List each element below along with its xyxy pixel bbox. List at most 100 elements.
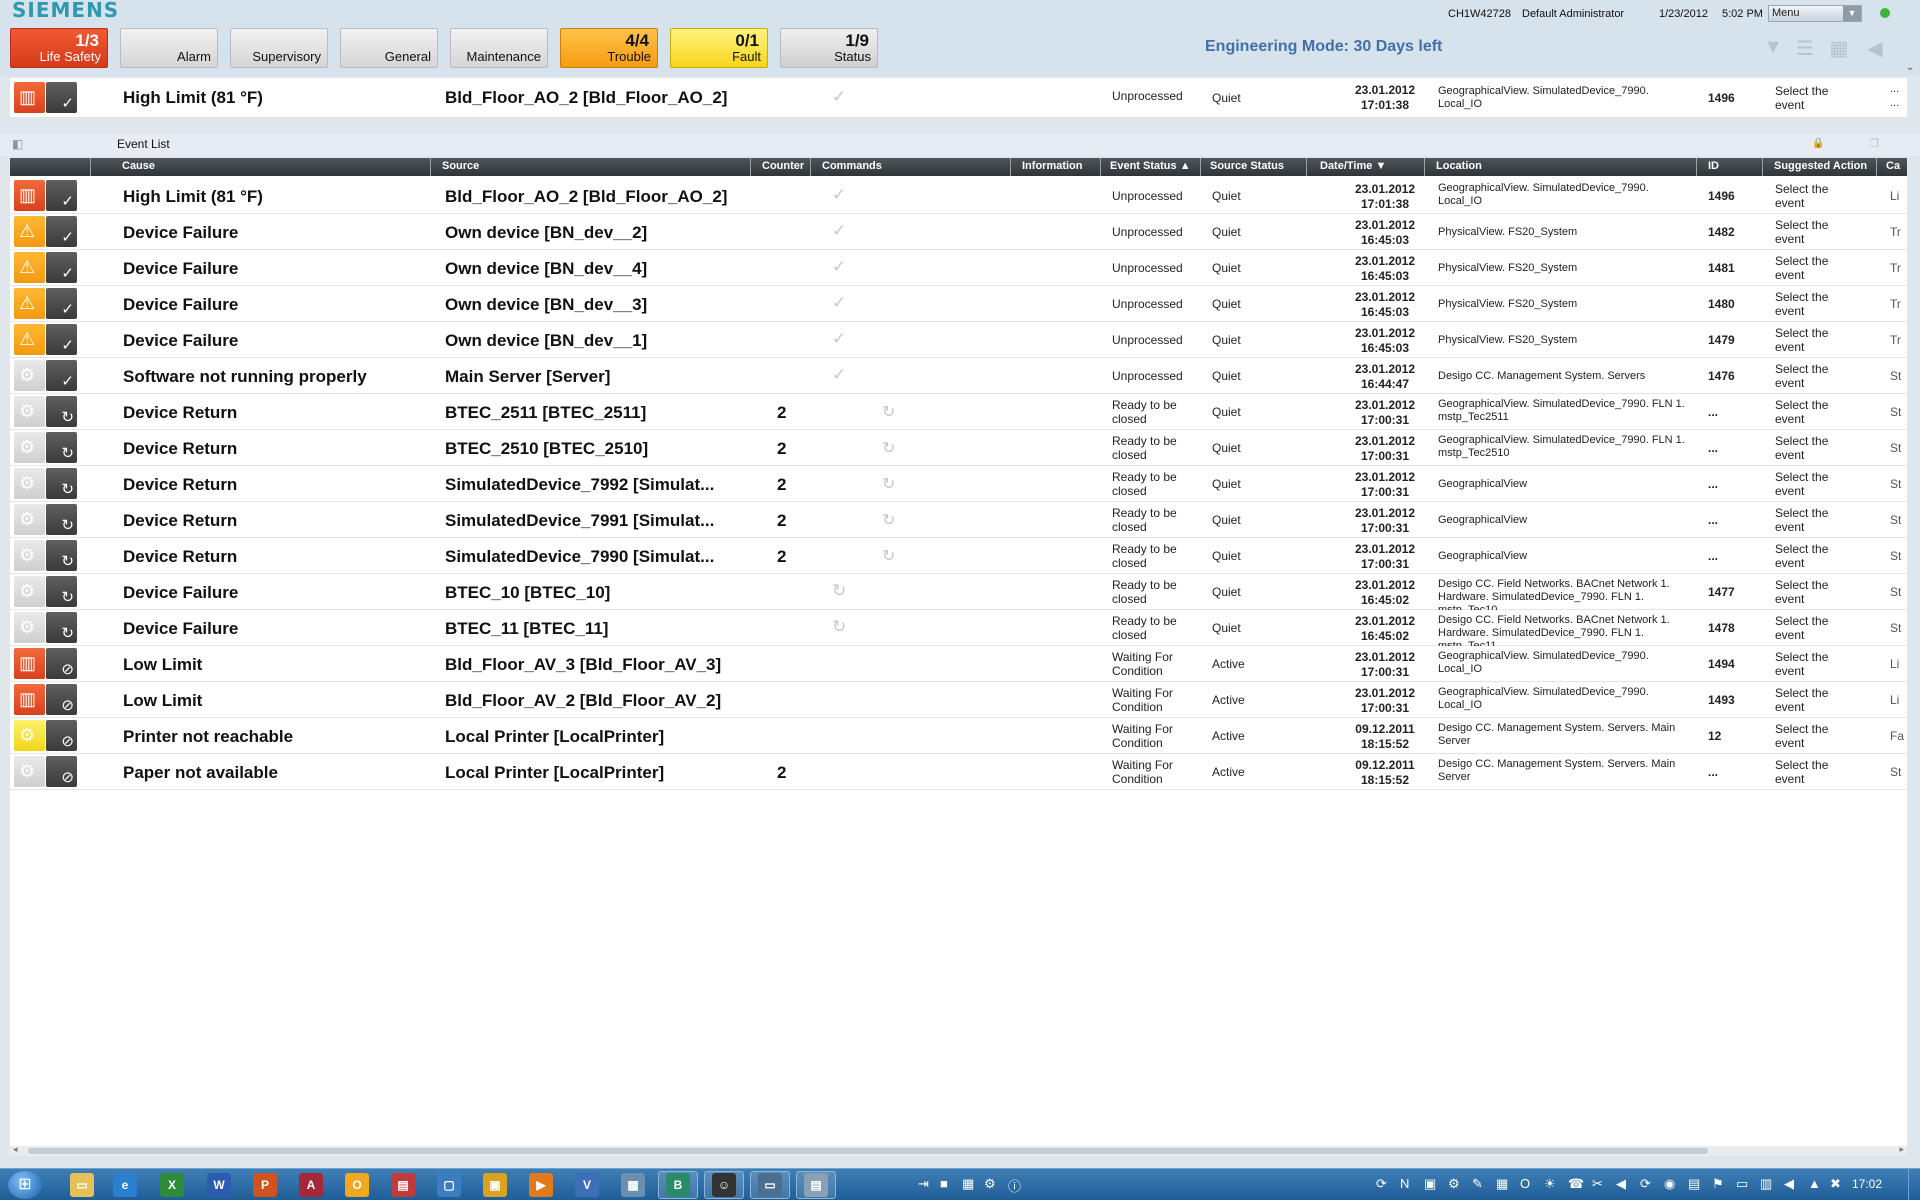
tray-icon[interactable]: ✂ — [1592, 1176, 1603, 1192]
maximize-icon[interactable]: ❐ — [1869, 137, 1879, 150]
column-information[interactable]: Information — [1022, 160, 1083, 172]
visio-icon[interactable]: V — [575, 1173, 599, 1197]
network-icon[interactable]: ▥ — [1760, 1176, 1772, 1192]
calculator-icon[interactable]: ▦ — [621, 1173, 645, 1197]
category-life-safety-button[interactable]: 1/3 Life Safety — [10, 28, 108, 68]
event-row[interactable]: ⚠ ✓ Device Failure Own device [BN_dev__3] ✓ U… — [10, 286, 1907, 322]
browser-icon[interactable]: e — [113, 1173, 137, 1197]
reset-command-icon[interactable]: ↻ — [832, 581, 846, 601]
category-alarm-button[interactable]: Alarm — [120, 28, 218, 68]
tray-icon[interactable]: ⟳ — [1376, 1176, 1387, 1192]
tray-icon[interactable]: ▦ — [1496, 1176, 1508, 1192]
horizontal-scrollbar[interactable]: ◂ ▸ — [10, 1144, 1907, 1156]
speaker-mute-icon[interactable]: ◀ — [1862, 36, 1888, 60]
reset-command-icon[interactable]: ↻ — [882, 546, 895, 566]
tray-icon[interactable]: ✖ — [1830, 1176, 1841, 1192]
tray-icon[interactable]: ⟳ — [1640, 1176, 1651, 1192]
tray-icon[interactable]: ☀ — [1544, 1176, 1556, 1192]
column-suggested-action[interactable]: Suggested Action — [1774, 160, 1867, 172]
event-row[interactable]: ⚠ ✓ Device Failure Own device [BN_dev__4] ✓ U… — [10, 250, 1907, 286]
acknowledge-command-icon[interactable]: ✓ — [832, 257, 846, 277]
event-row[interactable]: ⚙ ↻ Device Return BTEC_2511 [BTEC_2511] 2 ↻ Re… — [10, 394, 1907, 430]
grid-view-icon[interactable]: ▦ — [1826, 36, 1852, 60]
event-row[interactable]: ⚙ ↻ Device Failure BTEC_10 [BTEC_10] ↻ Ready … — [10, 574, 1907, 616]
bacsim-icon[interactable]: B — [666, 1173, 690, 1197]
acknowledge-command-icon[interactable]: ✓ — [832, 185, 846, 205]
access-icon[interactable]: A — [299, 1173, 323, 1197]
collapse-pane-icon[interactable]: ◧ — [12, 137, 23, 151]
event-row[interactable]: ⚙ ↻ Device Failure BTEC_11 [BTEC_11] ↻ Ready … — [10, 610, 1907, 652]
more-options-button[interactable]: ... ... — [1890, 82, 1899, 110]
start-button[interactable]: ⊞ — [8, 1171, 42, 1199]
tray-icon[interactable]: ▭ — [1736, 1176, 1748, 1192]
category-trouble-button[interactable]: 4/4 Trouble — [560, 28, 658, 68]
selected-event-summary[interactable]: ▥ ✓ High Limit (81 °F) Bld_Floor_AO_2 [B… — [10, 78, 1907, 118]
settings-icon[interactable]: ⚙ — [984, 1176, 996, 1192]
document-icon[interactable]: ▤ — [804, 1173, 828, 1197]
category-fault-button[interactable]: 0/1 Fault — [670, 28, 768, 68]
show-desktop-button[interactable] — [1908, 1169, 1920, 1200]
tray-icon[interactable]: ▲ — [1808, 1176, 1821, 1191]
column-source-status[interactable]: Source Status — [1210, 160, 1284, 172]
expand-handle-icon[interactable]: ⌄ — [1906, 62, 1914, 73]
excel-icon[interactable]: X — [160, 1173, 184, 1197]
column-source[interactable]: Source — [442, 160, 479, 172]
column-datetime[interactable]: Date/Time ▼ — [1320, 160, 1386, 172]
app-icon[interactable]: ▤ — [391, 1173, 415, 1197]
tray-icon[interactable]: ◉ — [1664, 1176, 1675, 1192]
tray-icon[interactable]: ▣ — [1424, 1176, 1436, 1192]
category-maintenance-button[interactable]: Maintenance — [450, 28, 548, 68]
column-counter[interactable]: Counter — [762, 160, 804, 172]
media-player-icon[interactable]: ▶ — [529, 1173, 553, 1197]
reset-command-icon[interactable]: ↻ — [882, 402, 895, 422]
tray-icon[interactable]: ◀ — [1616, 1176, 1626, 1192]
event-row[interactable]: ⚠ ✓ Device Failure Own device [BN_dev__2] ✓ U… — [10, 214, 1907, 250]
tray-icon[interactable]: ☎ — [1568, 1176, 1584, 1192]
volume-icon[interactable]: ◀ — [1784, 1176, 1794, 1192]
tray-icon[interactable]: ▦ — [962, 1176, 974, 1192]
acknowledge-command-icon[interactable]: ✓ — [832, 365, 846, 385]
event-row[interactable]: ⚙ ↻ Device Return SimulatedDevice_7990 [Sim… — [10, 538, 1907, 574]
reset-command-icon[interactable]: ↻ — [882, 474, 895, 494]
filter-icon[interactable]: ▼ — [1760, 36, 1786, 60]
event-row[interactable]: ⚙ ⊘ Paper not available Local Printer [Loca… — [10, 754, 1907, 790]
column-location[interactable]: Location — [1436, 160, 1482, 172]
tray-icon[interactable]: ⇥ — [918, 1176, 929, 1192]
event-row[interactable]: ⚙ ↻ Device Return BTEC_2510 [BTEC_2510] 2 ↻ Re… — [10, 430, 1907, 466]
onenote-icon[interactable]: N — [1400, 1176, 1409, 1191]
category-status-button[interactable]: 1/9 Status — [780, 28, 878, 68]
reset-command-icon[interactable]: ↻ — [882, 510, 895, 530]
acknowledge-command-icon[interactable]: ✓ — [832, 329, 846, 349]
tray-icon[interactable]: O — [1520, 1176, 1530, 1191]
list-view-icon[interactable]: ☰ — [1792, 36, 1818, 60]
tray-icon[interactable]: ✎ — [1472, 1176, 1483, 1192]
column-cause[interactable]: Cause — [122, 160, 155, 172]
word-icon[interactable]: W — [207, 1173, 231, 1197]
column-event-status[interactable]: Event Status ▲ — [1110, 160, 1191, 172]
acknowledge-command-icon[interactable]: ✓ — [832, 221, 846, 241]
reset-command-icon[interactable]: ↻ — [832, 617, 846, 637]
explorer-icon[interactable]: ▭ — [70, 1173, 94, 1197]
folder-icon[interactable]: ▢ — [437, 1173, 461, 1197]
event-row[interactable]: ⚙ ↻ Device Return SimulatedDevice_7991 [Sim… — [10, 502, 1907, 538]
event-row[interactable]: ⚙ ↻ Device Return SimulatedDevice_7992 [Sim… — [10, 466, 1907, 502]
files-icon[interactable]: ▣ — [483, 1173, 507, 1197]
menu-dropdown[interactable]: Menu ▼ — [1768, 5, 1862, 22]
outlook-icon[interactable]: O — [345, 1173, 369, 1197]
event-row[interactable]: ⚙ ⊘ Printer not reachable Local Printer [Lo… — [10, 718, 1907, 754]
column-category[interactable]: Ca — [1886, 160, 1900, 172]
column-commands[interactable]: Commands — [822, 160, 882, 172]
reset-command-icon[interactable]: ↻ — [882, 438, 895, 458]
column-id[interactable]: ID — [1708, 160, 1719, 172]
event-row[interactable]: ⚙ ✓ Software not running properly Main Serv… — [10, 358, 1907, 394]
tray-icon[interactable]: ⚙ — [1448, 1176, 1460, 1192]
lock-icon[interactable]: 🔒 — [1812, 138, 1824, 149]
event-row[interactable]: ▥ ⊘ Low Limit Bld_Floor_AV_3 [Bld_Floor_AV_… — [10, 646, 1907, 682]
tray-icon[interactable]: ▤ — [1688, 1176, 1700, 1192]
category-general-button[interactable]: General — [340, 28, 438, 68]
powerpoint-icon[interactable]: P — [253, 1173, 277, 1197]
category-supervisory-button[interactable]: Supervisory — [230, 28, 328, 68]
scroll-left-icon[interactable]: ◂ — [13, 1144, 18, 1155]
event-row[interactable]: ⚠ ✓ Device Failure Own device [BN_dev__1] ✓ U… — [10, 322, 1907, 358]
acknowledge-command-icon[interactable]: ✓ — [832, 87, 846, 107]
